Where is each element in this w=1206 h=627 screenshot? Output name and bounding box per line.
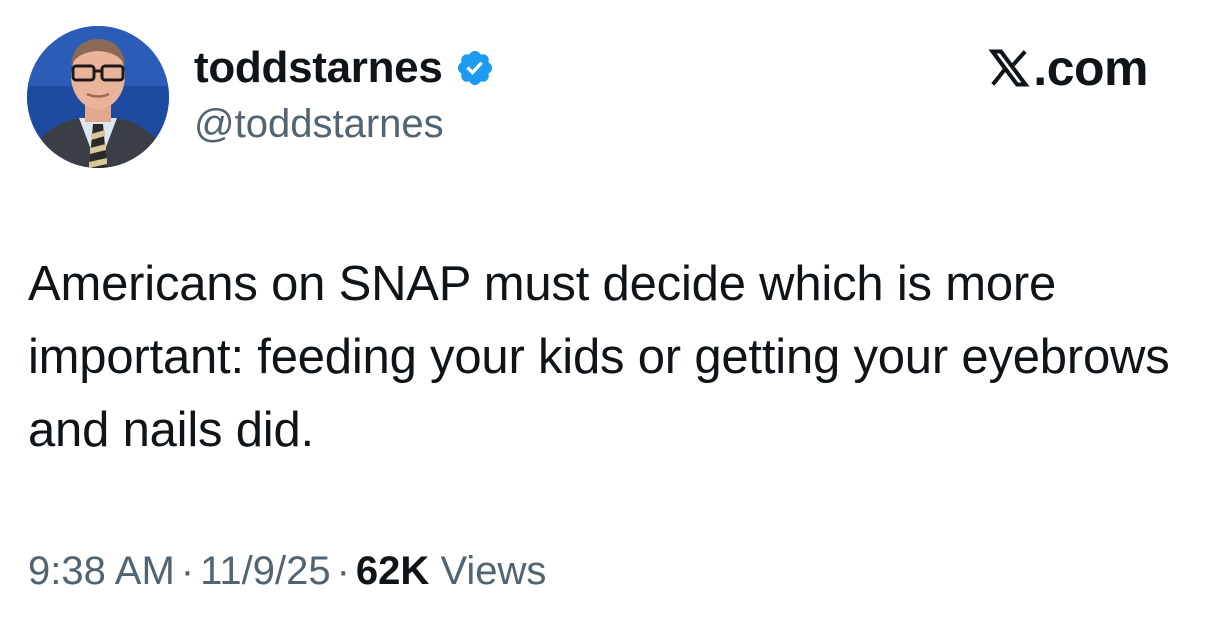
views-count[interactable]: 62K [356, 549, 429, 593]
author-display-name[interactable]: toddstarnes [194, 46, 443, 90]
author-avatar[interactable] [27, 26, 169, 168]
meta-separator: · [180, 549, 195, 593]
brand-mark: .com [987, 40, 1148, 96]
author-handle[interactable]: @toddstarnes [194, 104, 444, 144]
x-logo-icon [987, 46, 1031, 90]
tweet-meta: 9:38 AM · 11/9/25 · 62K Views [28, 548, 546, 594]
avatar-photo-icon [27, 26, 169, 168]
tweet-time[interactable]: 9:38 AM [28, 549, 175, 593]
tweet-text: Americans on SNAP must decide which is m… [28, 257, 1170, 457]
verified-badge-icon [455, 48, 495, 88]
tweet-card: toddstarnes @toddstarnes .com Americans … [0, 0, 1206, 627]
author-name-row: toddstarnes [194, 40, 495, 96]
brand-domain-text: .com [1033, 40, 1148, 96]
views-label: Views [440, 549, 547, 593]
meta-separator: · [336, 549, 350, 593]
tweet-date[interactable]: 11/9/25 [200, 549, 331, 593]
